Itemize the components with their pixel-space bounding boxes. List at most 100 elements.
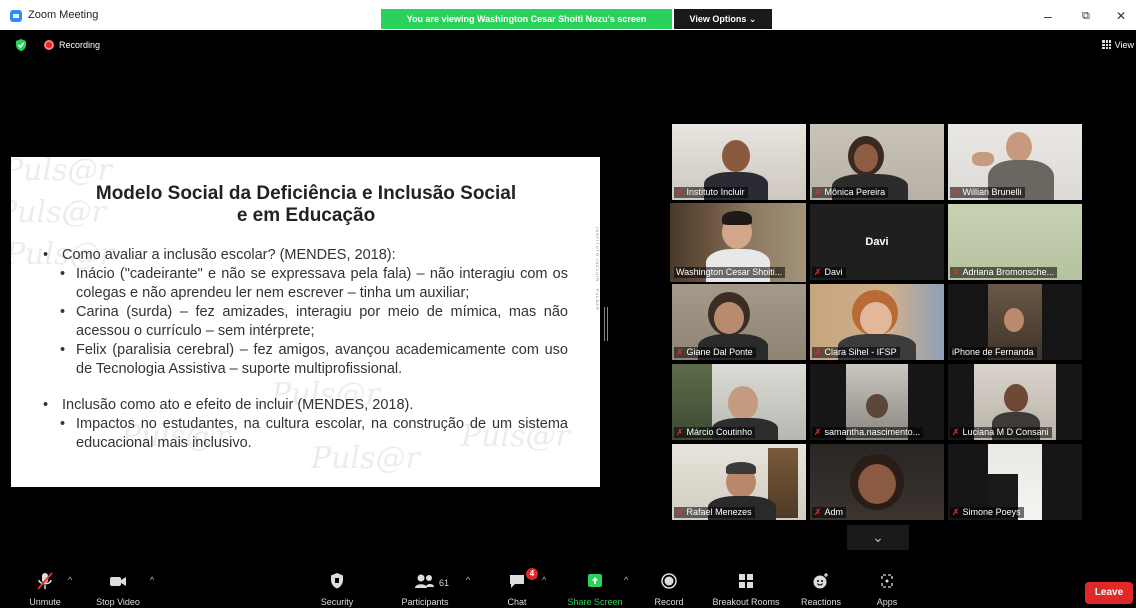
participant-tile[interactable]: ✗ Instituto Incluir [672,124,806,200]
muted-mic-icon: ✗ [952,427,960,437]
muted-mic-icon: ✗ [814,267,822,277]
leave-meeting-button[interactable]: Leave [1085,582,1133,604]
participant-name: Clara Sihel - IFSP [824,347,897,357]
slide-title-line: e em Educação [236,205,376,226]
participant-tile[interactable]: ✗ Adriana Bromonsche... [948,204,1082,280]
participant-name: Washington Cesar Shoiti... [676,267,783,277]
security-button[interactable]: Security [302,570,372,607]
participant-name: Adriana Bromonsche... [962,267,1055,277]
apps-button[interactable]: Apps [852,570,922,607]
window-title: Zoom Meeting [28,9,99,21]
audio-options-caret-icon[interactable]: ^ [68,575,72,585]
participants-label: Participants [401,597,449,607]
participant-tile[interactable]: Davi ✗ Davi [810,204,944,280]
participant-name: Willian Brunelli [962,187,1022,197]
participant-name: Luciana M D Consani [962,427,1049,437]
reactions-smiley-icon [786,570,856,592]
security-label: Security [320,597,354,607]
participant-name: Rafael Menezes [686,507,752,517]
participant-name: Giane Dal Ponte [686,347,753,357]
participant-name: Davi [824,267,843,277]
view-options-button[interactable]: View Options ⌄ [674,9,772,29]
record-label: Record [654,597,684,607]
muted-mic-icon: ✗ [952,187,960,197]
security-shield-icon [302,570,372,592]
participant-name: Simone Poeys [962,507,1021,517]
muted-mic-icon: ✗ [676,507,684,517]
participant-placeholder-name: Davi [865,236,889,248]
muted-mic-icon: ✗ [814,347,822,357]
participants-icon: 61 [390,570,460,592]
participant-tile[interactable]: ✗ Clara Sihel - IFSP [810,284,944,360]
zoom-app-icon [10,10,22,22]
participant-tile[interactable]: ✗ samantha.nascimento... [810,364,944,440]
participant-tile[interactable]: ✗ Mônica Pereira [810,124,944,200]
muted-mic-icon: ✗ [676,347,684,357]
sub-bullet-item: Inácio ("cadeirante" e não se expressava… [43,265,568,303]
video-camera-icon [83,570,153,592]
stop-video-button[interactable]: Stop Video ^ [83,570,154,607]
bullet-item: Como avaliar a inclusão escolar? (MENDES… [43,246,568,265]
participant-name: Instituto Incluir [686,187,745,197]
slide-title-line: Modelo Social da Deficiência e Inclusão … [95,183,517,204]
muted-mic-icon: ✗ [952,507,960,517]
participants-count: 61 [439,578,450,588]
participant-tile[interactable]: ✗ Márcio Coutinho [672,364,806,440]
participant-tile[interactable]: ✗ Willian Brunelli [948,124,1082,200]
grid-icon [1101,40,1111,49]
participant-name: samantha.nascimento... [824,427,921,437]
record-icon [634,570,704,592]
participant-name: Mônica Pereira [824,187,886,197]
sub-bullet-item: Felix (paralisia cerebral) – fez amigos,… [43,341,568,379]
zoom-window: Zoom Meeting You are viewing Washington … [0,0,1136,608]
bullet-item: Inclusão como ato e efeito de incluir (M… [43,396,568,415]
share-caret-icon[interactable]: ^ [624,575,628,585]
recording-label: Recording [59,40,101,50]
participant-tile[interactable]: iPhone de Fernanda [948,284,1082,360]
next-page-chevron-down-icon[interactable]: ⌄ [847,525,909,550]
chat-unread-badge: 4 [526,568,538,580]
muted-mic-icon: ✗ [952,267,960,277]
breakout-rooms-button[interactable]: Breakout Rooms [703,570,789,607]
participant-tile[interactable]: ✗ Rafael Menezes [672,444,806,520]
video-options-caret-icon[interactable]: ^ [150,575,154,585]
share-screen-label: Share Screen [567,597,623,607]
muted-mic-icon: ✗ [814,427,822,437]
title-bar: Zoom Meeting You are viewing Washington … [0,0,1136,30]
encryption-shield-icon[interactable] [14,38,28,52]
participant-tile[interactable]: ✗ Giane Dal Ponte [672,284,806,360]
recording-icon [44,40,54,50]
breakout-rooms-label: Breakout Rooms [712,597,780,607]
unmute-button[interactable]: Unmute ^ [10,570,80,607]
meeting-toolbar: Unmute ^ Stop Video ^ Security 61 Partic… [0,568,1136,608]
chat-label: Chat [507,597,527,607]
participant-name: Márcio Coutinho [686,427,753,437]
chat-button[interactable]: 4 Chat ^ [482,568,552,607]
reactions-label: Reactions [800,597,842,607]
breakout-rooms-icon [703,570,789,592]
close-button[interactable]: ✕ [1116,10,1126,22]
participants-caret-icon[interactable]: ^ [466,575,470,585]
view-button[interactable]: View [1101,40,1134,50]
participant-name: Adm [824,507,844,517]
participants-button[interactable]: 61 Participants ^ [390,570,470,607]
record-button[interactable]: Record [634,570,704,607]
participant-tile-active-speaker[interactable]: Washington Cesar Shoiti... [670,203,806,282]
minimize-button[interactable]: – [1044,9,1052,23]
participant-tile[interactable]: ✗ Luciana M D Consani [948,364,1082,440]
participant-tile[interactable]: ✗ Adm [810,444,944,520]
participant-tile[interactable]: ✗ Simone Poeys [948,444,1082,520]
share-screen-button[interactable]: Share Screen ^ [560,570,630,607]
restore-button[interactable]: ⧉ [1082,10,1090,22]
unmute-label: Unmute [29,597,61,607]
muted-mic-icon: ✗ [676,427,684,437]
slide-body: Como avaliar a inclusão escolar? (MENDES… [43,246,568,453]
reactions-button[interactable]: Reactions [786,570,856,607]
slide-title: Modelo Social da Deficiência e Inclusão … [41,183,571,227]
split-view-divider[interactable] [604,307,608,341]
apps-icon [852,570,922,592]
sub-bullet-item: Impactos no estudantes, na cultura escol… [43,415,568,453]
chat-caret-icon[interactable]: ^ [542,575,546,585]
muted-mic-icon: ✗ [814,187,822,197]
participant-name: iPhone de Fernanda [952,347,1034,357]
